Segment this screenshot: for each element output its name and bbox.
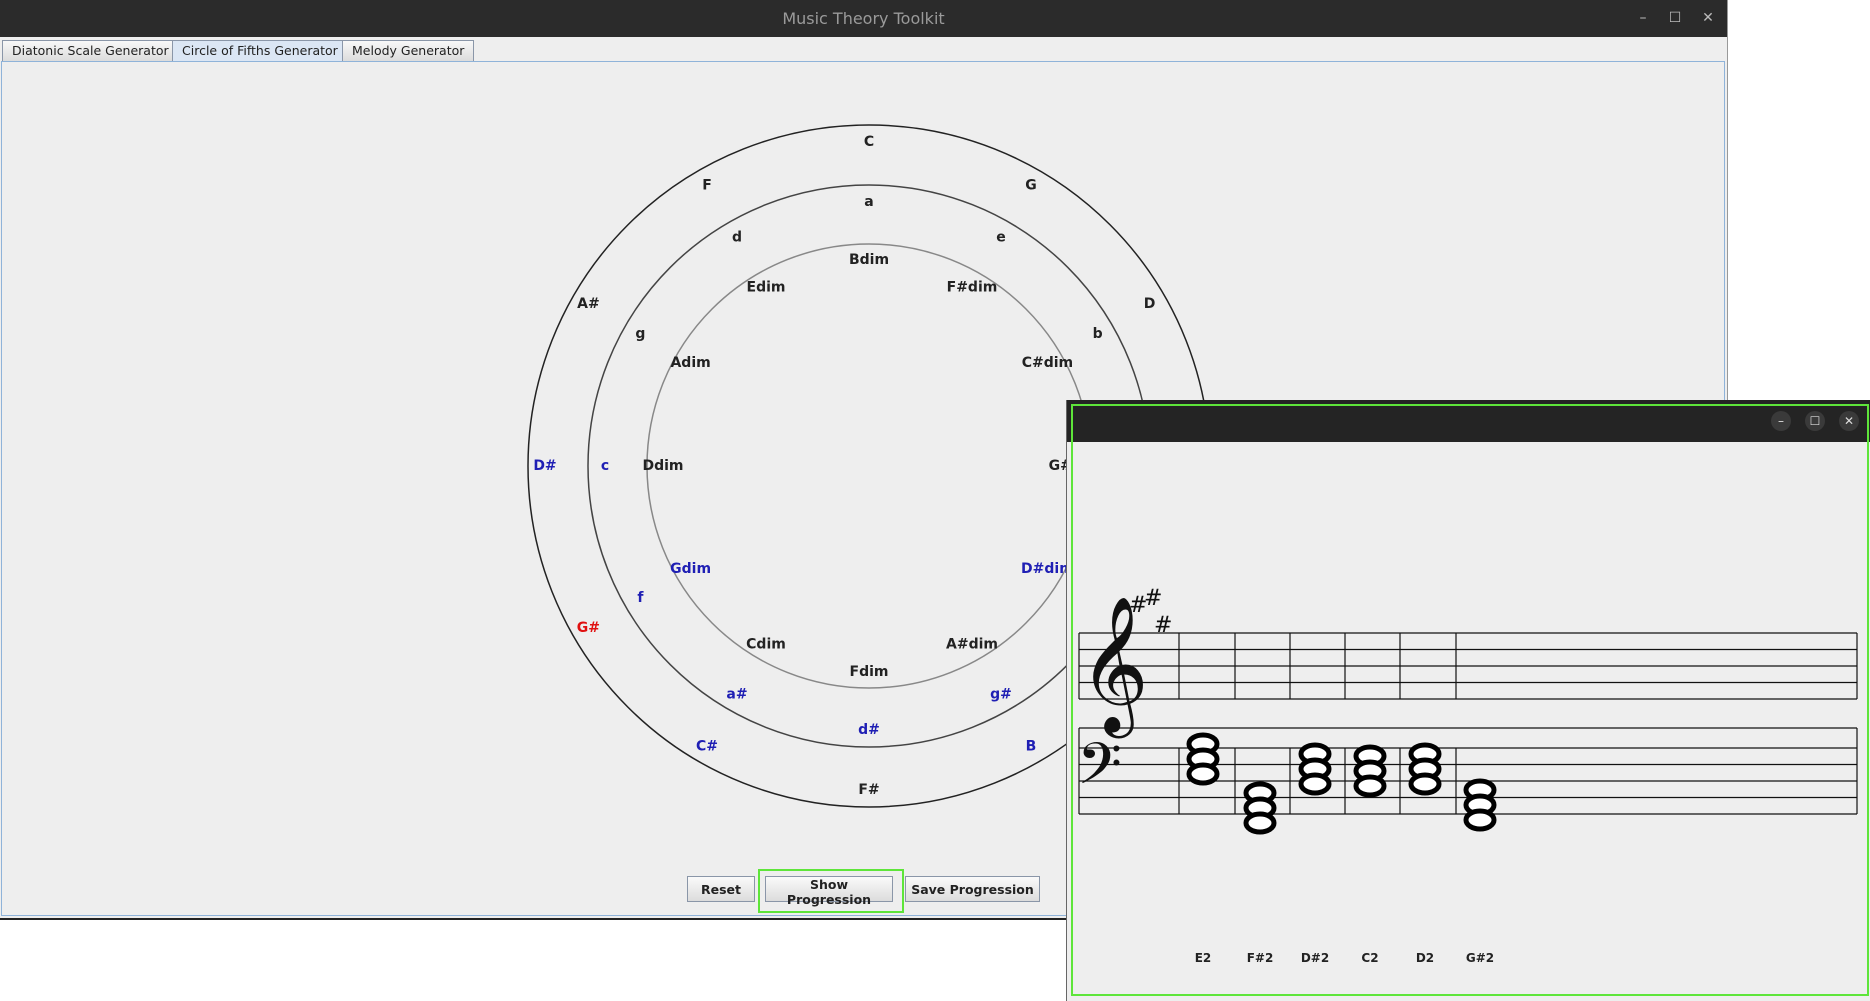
dialog-minimize-icon[interactable]: – xyxy=(1771,411,1791,431)
minor-key-g[interactable]: g xyxy=(635,326,645,342)
reset-button[interactable]: Reset xyxy=(687,876,755,902)
minor-key-a[interactable]: a xyxy=(864,194,873,210)
chord-notehead xyxy=(1353,774,1387,798)
minor-key-d[interactable]: d xyxy=(732,229,742,245)
tab-melody-generator[interactable]: Melody Generator xyxy=(342,40,475,62)
dialog-title-bar: – ☐ ✕ xyxy=(1067,400,1870,442)
bass-clef-icon: 𝄢 xyxy=(1077,730,1122,812)
save-progression-button[interactable]: Save Progression xyxy=(905,876,1040,902)
major-key-b[interactable]: B xyxy=(1026,739,1037,755)
chord-notehead xyxy=(1186,762,1220,786)
major-key-d-sharp[interactable]: D# xyxy=(533,458,556,474)
major-key-c-sharp[interactable]: C# xyxy=(696,739,718,755)
chord-label: D#2 xyxy=(1301,951,1329,965)
tab-circle-of-fifths-generator[interactable]: Circle of Fifths Generator xyxy=(172,40,348,62)
major-key-a-sharp[interactable]: A# xyxy=(577,296,600,312)
dim-chord-gdim[interactable]: Gdim xyxy=(670,561,711,577)
tab-diatonic-scale-generator[interactable]: Diatonic Scale Generator xyxy=(2,40,179,62)
chord-label: D2 xyxy=(1416,951,1434,965)
dialog-maximize-icon[interactable]: ☐ xyxy=(1805,411,1825,431)
minor-key-b[interactable]: b xyxy=(1093,326,1103,342)
chord-label: F#2 xyxy=(1247,951,1274,965)
minor-key-d-sharp[interactable]: d# xyxy=(858,722,880,738)
close-icon[interactable]: ✕ xyxy=(1699,9,1717,27)
grand-staff: 𝄞𝄢###E2 F#2 D#2 C2 D2 G#2 xyxy=(1077,586,1858,965)
dim-chord-edim[interactable]: Edim xyxy=(747,280,786,296)
dim-chord-cdim[interactable]: Cdim xyxy=(746,636,786,652)
chord-notehead xyxy=(1408,772,1442,796)
progression-dialog: – ☐ ✕ 𝄞 𝄢 # # # E2 F#2 D#2 C2 D2 G#2 xyxy=(1066,400,1870,1001)
show-progression-button[interactable]: Show Progression xyxy=(765,876,893,907)
dialog-close-icon[interactable]: ✕ xyxy=(1839,411,1859,431)
chord-notehead xyxy=(1243,811,1277,835)
minor-key-c[interactable]: c xyxy=(601,458,609,474)
dim-chord-c-sharpdim[interactable]: C#dim xyxy=(1022,355,1073,371)
major-key-f-sharp[interactable]: F# xyxy=(858,782,879,798)
minimize-icon[interactable]: – xyxy=(1634,9,1652,27)
dim-chord-a-sharpdim[interactable]: A#dim xyxy=(946,636,998,652)
dim-chord-fdim[interactable]: Fdim xyxy=(850,664,889,680)
chord-label: G#2 xyxy=(1466,951,1494,965)
major-key-d[interactable]: D xyxy=(1144,296,1156,312)
maximize-icon[interactable]: ☐ xyxy=(1666,9,1684,27)
dim-chord-bdim[interactable]: Bdim xyxy=(849,252,889,268)
major-key-f[interactable]: F xyxy=(702,177,712,193)
minor-key-f[interactable]: f xyxy=(637,590,644,606)
inner-ring xyxy=(646,243,1092,689)
window-title: Music Theory Toolkit xyxy=(782,9,945,28)
chord-notehead xyxy=(1298,772,1332,796)
sharp-icon: # xyxy=(1144,586,1162,611)
chord-label: E2 xyxy=(1195,951,1212,965)
title-bar: Music Theory Toolkit – ☐ ✕ xyxy=(0,0,1727,37)
chord-label: C2 xyxy=(1361,951,1378,965)
dim-chord-adim[interactable]: Adim xyxy=(670,355,710,371)
major-key-g-sharp[interactable]: G# xyxy=(577,620,600,636)
dim-chord-f-sharpdim[interactable]: F#dim xyxy=(947,280,998,296)
dim-chord-ddim[interactable]: Ddim xyxy=(642,458,683,474)
spacer xyxy=(1079,699,1857,739)
sharp-icon: # xyxy=(1154,613,1172,638)
minor-key-g-sharp[interactable]: g# xyxy=(990,687,1012,703)
major-key-g[interactable]: G xyxy=(1025,177,1037,193)
chord-notehead xyxy=(1463,808,1497,832)
minor-key-a-sharp[interactable]: a# xyxy=(726,687,747,703)
major-key-c[interactable]: C xyxy=(864,134,874,150)
minor-key-e[interactable]: e xyxy=(996,229,1006,245)
